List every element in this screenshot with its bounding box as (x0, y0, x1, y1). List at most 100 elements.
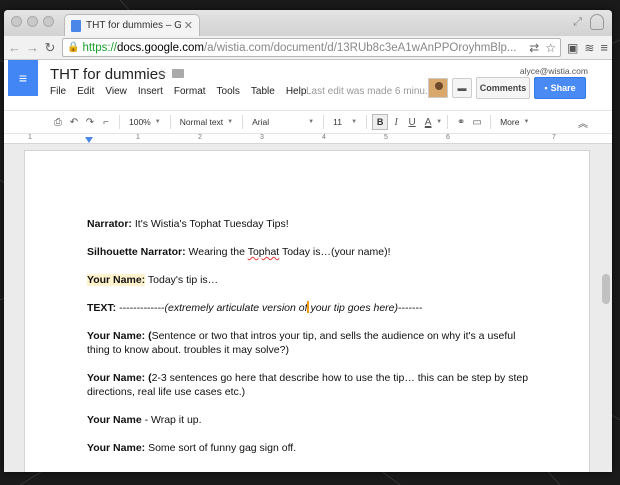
divider (366, 115, 368, 129)
tab-close-icon[interactable]: ✕ (184, 19, 193, 32)
font-dropdown[interactable]: Arial ▼ (248, 117, 318, 127)
paragraph: Your Name - Wrap it up. (87, 413, 537, 427)
menu-format[interactable]: Format (174, 86, 206, 97)
buffer-icon[interactable]: ≋ (584, 41, 594, 55)
menu-view[interactable]: View (105, 86, 127, 97)
italic-button[interactable]: I (388, 117, 404, 128)
collaborator-avatar[interactable] (428, 78, 448, 98)
comment-icon[interactable]: ▭ (469, 117, 485, 128)
docs-home-icon[interactable]: ≡ (8, 60, 38, 96)
fullscreen-icon[interactable]: ⤢ (573, 16, 582, 29)
more-dropdown[interactable]: More ▼ (496, 117, 533, 127)
browser-tab[interactable]: THT for dummies – Googl ✕ (64, 14, 200, 36)
lock-share-icon: ▪ (544, 83, 548, 93)
paragraph: Your Name: Today's tip is… (87, 273, 537, 287)
redo-icon[interactable]: ↷ (82, 117, 98, 128)
back-icon[interactable]: ← (8, 40, 21, 55)
text-color-button[interactable]: A (420, 117, 436, 128)
ruler-tick: 6 (446, 134, 450, 141)
ruler-tick: 1 (136, 134, 140, 141)
chevron-down-icon: ▼ (227, 119, 234, 125)
menu-help[interactable]: Help (286, 86, 307, 97)
url-host: docs.google.com (116, 41, 204, 54)
style-dropdown[interactable]: Normal text ▼ (176, 117, 237, 127)
docs-favicon-icon (71, 19, 81, 32)
font-size-dropdown[interactable]: 11 ▼ (329, 117, 361, 127)
tab-title: THT for dummies – Googl (86, 20, 181, 31)
chevron-down-icon: ▼ (523, 119, 530, 125)
minimize-window-button[interactable] (27, 16, 38, 27)
menu-table[interactable]: Table (251, 86, 275, 97)
paragraph: Your Name: Some sort of funny gag sign o… (87, 441, 537, 455)
ruler-tick: 2 (198, 134, 202, 141)
misspelled-word[interactable]: Tophat (248, 246, 280, 258)
collapse-menus-icon[interactable]: ︽ (578, 115, 588, 130)
menu-bar: File Edit View Insert Format Tools Table… (50, 86, 306, 97)
menu-file[interactable]: File (50, 86, 66, 97)
zoom-window-button[interactable] (43, 16, 54, 27)
menu-insert[interactable]: Insert (138, 86, 163, 97)
link-icon[interactable]: ⚭ (453, 117, 469, 128)
more-label: More (500, 117, 520, 127)
document-title[interactable]: THT for dummies (50, 66, 166, 83)
last-edit-status[interactable]: Last edit was made 6 minu... (306, 86, 433, 97)
extension-icon[interactable]: ▣ (567, 41, 578, 55)
paragraph: Your Name: (Sentence or two that intros … (87, 329, 537, 357)
chevron-down-icon: ▼ (351, 119, 358, 125)
speaker-label: TEXT: (87, 302, 117, 314)
lock-icon: 🔒 (67, 42, 80, 53)
paragraph-text: Today's tip is… (145, 274, 219, 286)
chevron-down-icon: ▼ (154, 119, 161, 125)
chrome-menu-icon[interactable]: ≡ (600, 40, 608, 55)
ruler-tick: 1 (28, 134, 32, 141)
paragraph-text: (extremely articulate version of (164, 302, 308, 314)
ruler-tick: 7 (552, 134, 556, 141)
profile-icon[interactable] (590, 14, 604, 30)
bookmark-star-icon[interactable]: ☆ (545, 41, 556, 55)
bold-button[interactable]: B (372, 114, 389, 130)
folder-icon[interactable] (172, 69, 184, 78)
reload-icon[interactable]: ↻ (44, 40, 56, 56)
menu-tools[interactable]: Tools (217, 86, 240, 97)
forward-icon[interactable]: → (26, 40, 39, 55)
document-body[interactable]: Narrator: It's Wistia's Tophat Tuesday T… (87, 217, 537, 469)
paragraph-text: ------- (398, 302, 423, 314)
divider (323, 115, 325, 129)
paragraph-text: Sentence or two that intros your tip, an… (87, 330, 516, 356)
menu-edit[interactable]: Edit (77, 86, 94, 97)
style-value: Normal text (179, 117, 224, 127)
chevron-down-icon: ▼ (308, 119, 315, 125)
underline-button[interactable]: U (404, 117, 420, 128)
font-size-value: 11 (333, 117, 342, 127)
translate-icon[interactable]: ⇄ (529, 41, 539, 55)
paragraph-text: Wearing the (185, 246, 248, 258)
share-button[interactable]: ▪ Share (534, 77, 586, 99)
speaker-label: Narrator: (87, 218, 132, 230)
close-window-button[interactable] (11, 16, 22, 27)
paragraph-text: It's Wistia's Tophat Tuesday Tips! (131, 218, 289, 230)
paint-format-icon[interactable]: ⌐ (98, 117, 114, 128)
zoom-dropdown[interactable]: 100% ▼ (125, 117, 165, 127)
ruler[interactable]: 1 1 2 3 4 5 6 7 (4, 134, 612, 144)
undo-icon[interactable]: ↶ (66, 117, 82, 128)
user-email[interactable]: alyce@wistia.com (520, 66, 588, 76)
paragraph: Narrator: It's Wistia's Tophat Tuesday T… (87, 217, 537, 231)
print-icon[interactable]: ⎙ (50, 117, 66, 128)
paragraph-text: your tip goes here) (307, 302, 398, 314)
speaker-label: Your Name: (87, 442, 146, 454)
chat-icon[interactable]: ▬ (452, 78, 472, 98)
divider (447, 115, 449, 129)
paragraph-text: - Wrap it up. (141, 414, 202, 426)
indent-marker-icon[interactable] (85, 137, 93, 143)
star-icon[interactable]: ☆ (156, 66, 168, 82)
comments-button[interactable]: Comments (476, 77, 530, 99)
browser-window: THT for dummies – Googl ✕ ⤢ ← → ↻ 🔒 http… (4, 10, 612, 472)
chevron-down-icon[interactable]: ▼ (436, 119, 442, 125)
document-page[interactable]: Narrator: It's Wistia's Tophat Tuesday T… (24, 150, 590, 472)
address-bar[interactable]: 🔒 https://docs.google.com/a/wistia.com/d… (62, 38, 561, 57)
speaker-label: Silhouette Narrator: (87, 246, 186, 258)
tab-bar: THT for dummies – Googl ✕ ⤢ (4, 10, 612, 36)
paragraph-text: Today is…(your name)! (279, 246, 391, 258)
ruler-tick: 4 (322, 134, 326, 141)
scrollbar[interactable] (602, 274, 610, 304)
